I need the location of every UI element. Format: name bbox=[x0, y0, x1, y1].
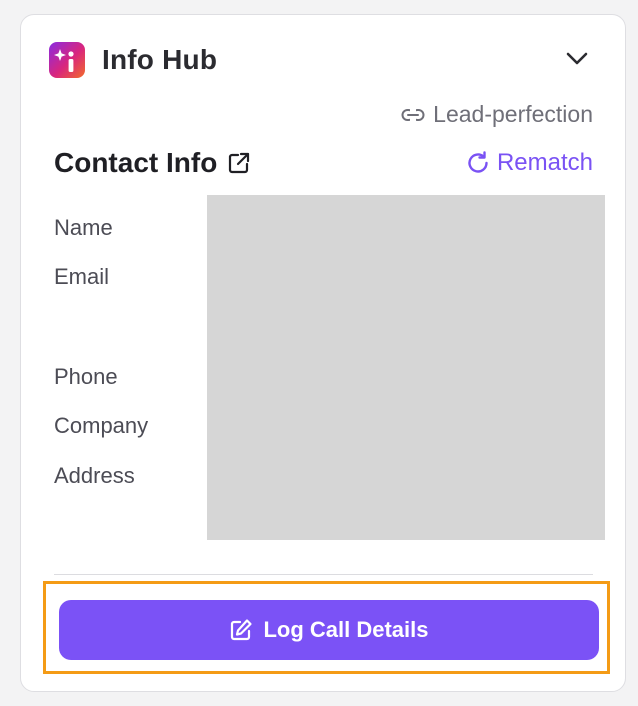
refresh-icon bbox=[468, 151, 488, 173]
lead-source-label: Lead-perfection bbox=[433, 101, 593, 127]
contact-info-title: Contact Info bbox=[54, 147, 251, 179]
log-call-details-button[interactable]: Log Call Details bbox=[59, 600, 599, 660]
card-header: Info Hub bbox=[49, 41, 217, 79]
log-call-details-label: Log Call Details bbox=[263, 617, 429, 642]
lead-source-link[interactable]: Lead-perfection bbox=[401, 101, 593, 128]
field-label-name: Name bbox=[54, 215, 113, 240]
redacted-contact-values bbox=[207, 195, 605, 540]
collapse-button[interactable] bbox=[563, 45, 591, 73]
field-label-email: Email bbox=[54, 264, 110, 289]
app-title: Info Hub bbox=[102, 44, 218, 75]
section-divider bbox=[54, 574, 593, 575]
edit-icon bbox=[231, 619, 253, 641]
rematch-label: Rematch bbox=[496, 149, 593, 176]
external-link-button[interactable] bbox=[227, 151, 251, 175]
external-link-icon bbox=[229, 152, 250, 174]
field-label-company: Company bbox=[54, 413, 149, 438]
link-icon bbox=[401, 107, 425, 122]
rematch-button[interactable]: Rematch bbox=[465, 149, 593, 177]
info-hub-card: Info Hub Lead-perfection Contact Info Re… bbox=[20, 14, 626, 692]
chevron-down-icon bbox=[566, 52, 588, 65]
field-label-phone: Phone bbox=[54, 364, 118, 389]
sparkle-info-logo-icon bbox=[49, 42, 85, 78]
contact-info-heading: Contact Info bbox=[54, 147, 218, 178]
field-label-address: Address bbox=[54, 463, 135, 488]
